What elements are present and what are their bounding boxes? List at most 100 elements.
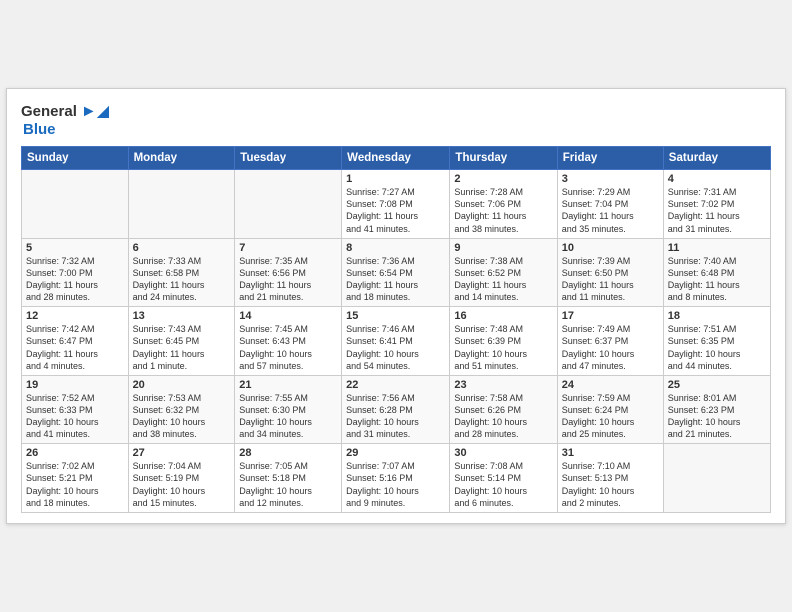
day-cell: 29Sunrise: 7:07 AM Sunset: 5:16 PM Dayli… [342,444,450,513]
day-cell [128,170,235,239]
day-info: Sunrise: 7:49 AM Sunset: 6:37 PM Dayligh… [562,323,659,372]
day-number: 16 [454,310,552,322]
day-cell: 31Sunrise: 7:10 AM Sunset: 5:13 PM Dayli… [557,444,663,513]
day-number: 26 [26,447,124,459]
day-number: 28 [239,447,337,459]
day-cell [663,444,770,513]
day-cell: 5Sunrise: 7:32 AM Sunset: 7:00 PM Daylig… [22,238,129,307]
day-cell [235,170,342,239]
day-number: 19 [26,379,124,391]
day-number: 10 [562,242,659,254]
day-number: 24 [562,379,659,391]
day-info: Sunrise: 7:42 AM Sunset: 6:47 PM Dayligh… [26,323,124,372]
day-cell: 27Sunrise: 7:04 AM Sunset: 5:19 PM Dayli… [128,444,235,513]
day-info: Sunrise: 7:35 AM Sunset: 6:56 PM Dayligh… [239,255,337,304]
day-cell: 6Sunrise: 7:33 AM Sunset: 6:58 PM Daylig… [128,238,235,307]
day-cell: 3Sunrise: 7:29 AM Sunset: 7:04 PM Daylig… [557,170,663,239]
day-info: Sunrise: 7:52 AM Sunset: 6:33 PM Dayligh… [26,392,124,441]
logo: General ►◢ Blue [21,101,109,138]
weekday-header-friday: Friday [557,147,663,170]
day-info: Sunrise: 7:28 AM Sunset: 7:06 PM Dayligh… [454,186,552,235]
day-cell: 26Sunrise: 7:02 AM Sunset: 5:21 PM Dayli… [22,444,129,513]
day-cell: 28Sunrise: 7:05 AM Sunset: 5:18 PM Dayli… [235,444,342,513]
weekday-header-thursday: Thursday [450,147,557,170]
day-info: Sunrise: 7:46 AM Sunset: 6:41 PM Dayligh… [346,323,445,372]
day-number: 25 [668,379,766,391]
day-cell: 17Sunrise: 7:49 AM Sunset: 6:37 PM Dayli… [557,307,663,376]
day-number: 30 [454,447,552,459]
day-info: Sunrise: 7:02 AM Sunset: 5:21 PM Dayligh… [26,460,124,509]
day-info: Sunrise: 7:55 AM Sunset: 6:30 PM Dayligh… [239,392,337,441]
day-info: Sunrise: 7:36 AM Sunset: 6:54 PM Dayligh… [346,255,445,304]
day-cell: 25Sunrise: 8:01 AM Sunset: 6:23 PM Dayli… [663,375,770,444]
day-number: 13 [133,310,231,322]
day-info: Sunrise: 7:38 AM Sunset: 6:52 PM Dayligh… [454,255,552,304]
day-number: 9 [454,242,552,254]
day-cell: 1Sunrise: 7:27 AM Sunset: 7:08 PM Daylig… [342,170,450,239]
day-cell: 18Sunrise: 7:51 AM Sunset: 6:35 PM Dayli… [663,307,770,376]
day-number: 31 [562,447,659,459]
day-info: Sunrise: 7:07 AM Sunset: 5:16 PM Dayligh… [346,460,445,509]
weekday-header-sunday: Sunday [22,147,129,170]
day-number: 29 [346,447,445,459]
day-number: 15 [346,310,445,322]
day-number: 3 [562,173,659,185]
day-cell: 14Sunrise: 7:45 AM Sunset: 6:43 PM Dayli… [235,307,342,376]
week-row-3: 12Sunrise: 7:42 AM Sunset: 6:47 PM Dayli… [22,307,771,376]
day-cell: 16Sunrise: 7:48 AM Sunset: 6:39 PM Dayli… [450,307,557,376]
day-info: Sunrise: 7:04 AM Sunset: 5:19 PM Dayligh… [133,460,231,509]
day-cell: 15Sunrise: 7:46 AM Sunset: 6:41 PM Dayli… [342,307,450,376]
day-cell: 8Sunrise: 7:36 AM Sunset: 6:54 PM Daylig… [342,238,450,307]
day-number: 22 [346,379,445,391]
day-info: Sunrise: 7:40 AM Sunset: 6:48 PM Dayligh… [668,255,766,304]
weekday-header-monday: Monday [128,147,235,170]
weekday-header-wednesday: Wednesday [342,147,450,170]
week-row-2: 5Sunrise: 7:32 AM Sunset: 7:00 PM Daylig… [22,238,771,307]
day-info: Sunrise: 7:29 AM Sunset: 7:04 PM Dayligh… [562,186,659,235]
day-info: Sunrise: 8:01 AM Sunset: 6:23 PM Dayligh… [668,392,766,441]
day-cell: 19Sunrise: 7:52 AM Sunset: 6:33 PM Dayli… [22,375,129,444]
day-info: Sunrise: 7:59 AM Sunset: 6:24 PM Dayligh… [562,392,659,441]
day-cell: 23Sunrise: 7:58 AM Sunset: 6:26 PM Dayli… [450,375,557,444]
day-info: Sunrise: 7:33 AM Sunset: 6:58 PM Dayligh… [133,255,231,304]
day-cell: 11Sunrise: 7:40 AM Sunset: 6:48 PM Dayli… [663,238,770,307]
day-info: Sunrise: 7:45 AM Sunset: 6:43 PM Dayligh… [239,323,337,372]
day-number: 6 [133,242,231,254]
day-number: 14 [239,310,337,322]
day-info: Sunrise: 7:39 AM Sunset: 6:50 PM Dayligh… [562,255,659,304]
week-row-4: 19Sunrise: 7:52 AM Sunset: 6:33 PM Dayli… [22,375,771,444]
day-cell [22,170,129,239]
day-number: 5 [26,242,124,254]
day-cell: 30Sunrise: 7:08 AM Sunset: 5:14 PM Dayli… [450,444,557,513]
day-info: Sunrise: 7:48 AM Sunset: 6:39 PM Dayligh… [454,323,552,372]
day-cell: 7Sunrise: 7:35 AM Sunset: 6:56 PM Daylig… [235,238,342,307]
day-info: Sunrise: 7:56 AM Sunset: 6:28 PM Dayligh… [346,392,445,441]
day-info: Sunrise: 7:10 AM Sunset: 5:13 PM Dayligh… [562,460,659,509]
day-info: Sunrise: 7:51 AM Sunset: 6:35 PM Dayligh… [668,323,766,372]
logo-text-general: General [21,103,77,120]
calendar-grid: SundayMondayTuesdayWednesdayThursdayFrid… [21,146,771,513]
day-number: 8 [346,242,445,254]
day-cell: 22Sunrise: 7:56 AM Sunset: 6:28 PM Dayli… [342,375,450,444]
day-number: 7 [239,242,337,254]
weekday-header-row: SundayMondayTuesdayWednesdayThursdayFrid… [22,147,771,170]
week-row-5: 26Sunrise: 7:02 AM Sunset: 5:21 PM Dayli… [22,444,771,513]
day-cell: 13Sunrise: 7:43 AM Sunset: 6:45 PM Dayli… [128,307,235,376]
weekday-header-saturday: Saturday [663,147,770,170]
day-number: 27 [133,447,231,459]
weekday-header-tuesday: Tuesday [235,147,342,170]
day-cell: 12Sunrise: 7:42 AM Sunset: 6:47 PM Dayli… [22,307,129,376]
day-cell: 2Sunrise: 7:28 AM Sunset: 7:06 PM Daylig… [450,170,557,239]
day-number: 12 [26,310,124,322]
day-number: 23 [454,379,552,391]
logo-text-blue: Blue [23,121,56,138]
day-number: 18 [668,310,766,322]
day-number: 20 [133,379,231,391]
day-info: Sunrise: 7:58 AM Sunset: 6:26 PM Dayligh… [454,392,552,441]
day-number: 11 [668,242,766,254]
day-info: Sunrise: 7:08 AM Sunset: 5:14 PM Dayligh… [454,460,552,509]
day-cell: 10Sunrise: 7:39 AM Sunset: 6:50 PM Dayli… [557,238,663,307]
day-info: Sunrise: 7:32 AM Sunset: 7:00 PM Dayligh… [26,255,124,304]
day-number: 21 [239,379,337,391]
day-number: 17 [562,310,659,322]
